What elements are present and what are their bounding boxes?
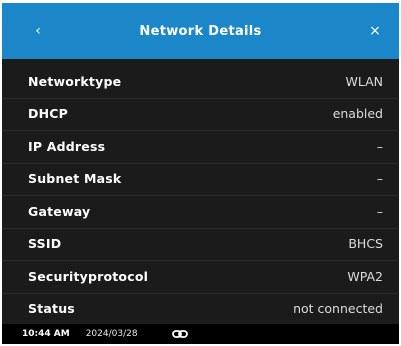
page-title: Network Details xyxy=(139,23,262,39)
row-networktype: Networktype WLAN xyxy=(2,65,399,98)
details-list: Networktype WLAN DHCP enabled IP Address… xyxy=(2,65,399,325)
row-status: Status not connected xyxy=(2,292,399,326)
row-value: not connected xyxy=(293,301,383,317)
back-button[interactable]: ‹ xyxy=(26,19,50,43)
row-label: Securityprotocol xyxy=(28,268,149,284)
status-time: 10:44 AM xyxy=(22,329,70,339)
row-label: DHCP xyxy=(28,106,68,122)
row-value: – xyxy=(376,203,383,219)
close-button[interactable]: × xyxy=(363,19,387,43)
row-value: enabled xyxy=(332,106,383,122)
row-label: Status xyxy=(28,301,75,317)
row-value: WPA2 xyxy=(347,268,383,284)
close-icon: × xyxy=(369,23,381,39)
row-ip-address: IP Address – xyxy=(2,130,399,163)
network-details-screen: ‹ Network Details × Networktype WLAN DHC… xyxy=(2,3,399,344)
row-securityprotocol: Securityprotocol WPA2 xyxy=(2,260,399,293)
row-value: – xyxy=(376,171,383,187)
row-ssid: SSID BHCS xyxy=(2,227,399,261)
row-label: SSID xyxy=(28,236,62,252)
row-value: BHCS xyxy=(348,236,383,252)
row-label: Gateway xyxy=(28,203,91,219)
status-date: 2024/03/28 xyxy=(85,329,138,339)
row-dhcp: DHCP enabled xyxy=(2,97,399,131)
row-label: IP Address xyxy=(28,138,106,154)
link-icon xyxy=(171,329,188,339)
row-value: WLAN xyxy=(345,73,383,89)
header-bar: ‹ Network Details × xyxy=(2,3,399,59)
chevron-left-icon: ‹ xyxy=(35,23,41,39)
status-bar: 10:44 AM 2024/03/28 xyxy=(2,324,399,344)
row-label: Networktype xyxy=(28,73,122,89)
row-subnet-mask: Subnet Mask – xyxy=(2,162,399,196)
row-gateway: Gateway – xyxy=(2,195,399,228)
row-value: – xyxy=(376,138,383,154)
row-label: Subnet Mask xyxy=(28,171,122,187)
